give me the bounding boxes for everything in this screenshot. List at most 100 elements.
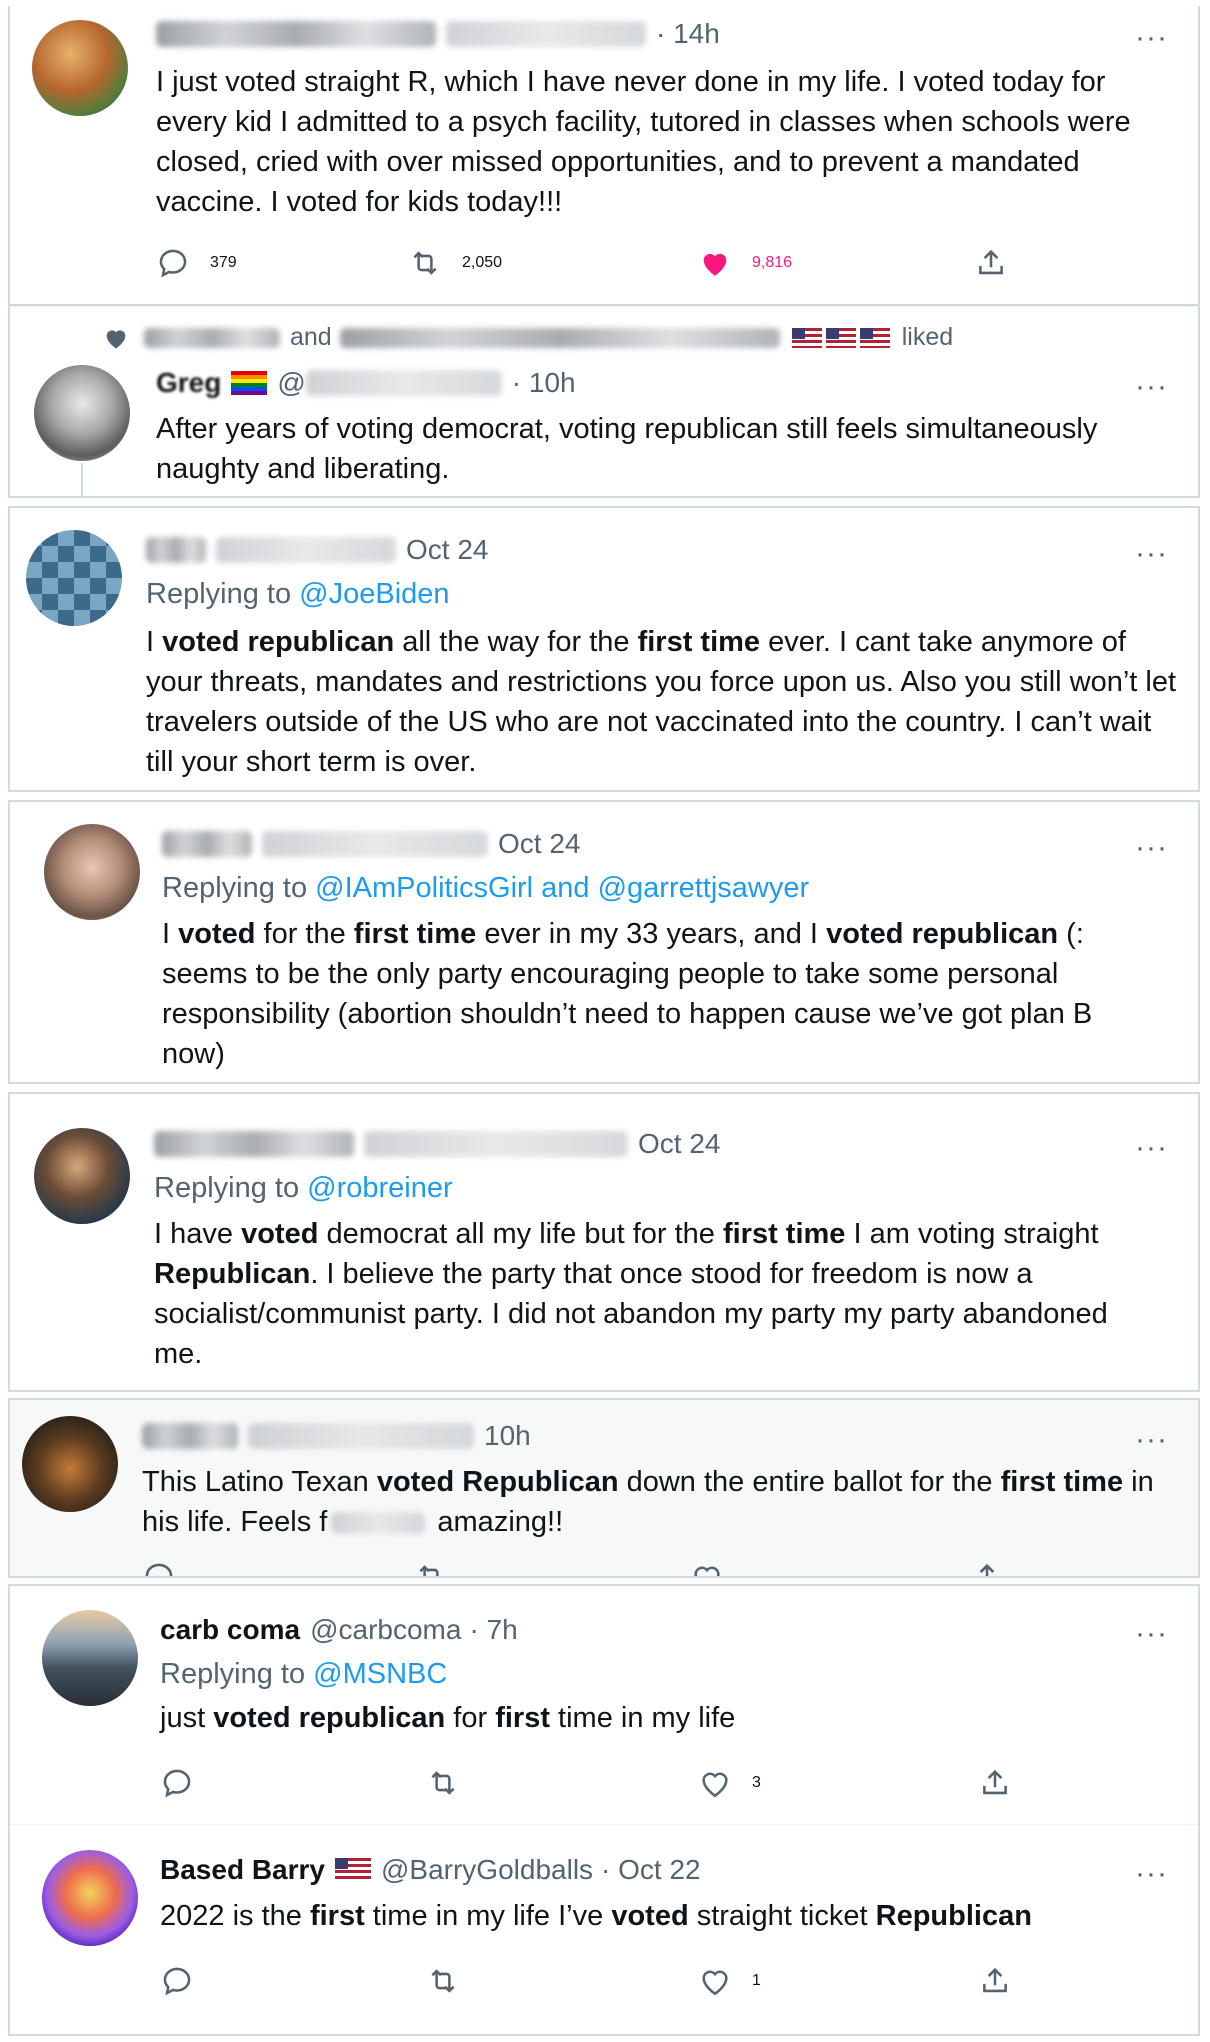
blurred-name <box>156 21 436 47</box>
text-part: time in my life <box>550 1702 736 1734</box>
text-part: ever in my 33 years, and I <box>476 918 827 950</box>
text-bold: first time <box>1000 1466 1124 1498</box>
thread-line <box>81 463 83 496</box>
like-button[interactable]: 9,816 <box>698 246 792 280</box>
handle-prefix: @ <box>277 367 306 398</box>
handle[interactable]: @BarryGoldballs <box>381 1854 593 1886</box>
text-part: democrat all my life but for the <box>318 1218 723 1250</box>
reply-icon <box>163 1967 191 1996</box>
timestamp[interactable]: Oct 24 <box>406 534 488 566</box>
share-button[interactable] <box>974 246 1008 280</box>
timestamp[interactable]: 10h <box>484 1420 531 1452</box>
text-part: all the way for the <box>394 626 638 658</box>
tweet-card-7-8[interactable]: carb coma @carbcoma · 7h ··· Replying to… <box>8 1584 1200 2036</box>
like-button[interactable] <box>690 1560 724 1576</box>
avatar[interactable] <box>34 365 130 461</box>
divider <box>10 1824 1198 1825</box>
more-options-icon[interactable]: ··· <box>1135 1133 1168 1163</box>
like-count: 9,816 <box>752 254 793 271</box>
text-bold: voted republican <box>162 626 395 658</box>
text-part: I <box>162 918 179 950</box>
retweet-icon <box>431 1969 455 1993</box>
more-options-icon[interactable]: ··· <box>1135 1859 1168 1889</box>
display-name[interactable]: Based Barry <box>160 1854 325 1886</box>
reply-button[interactable]: 379 <box>156 246 237 280</box>
share-button[interactable] <box>970 1560 1004 1576</box>
tweet-card-5[interactable]: Oct 24 ··· Replying to @robreiner I have… <box>8 1092 1200 1392</box>
avatar[interactable] <box>42 1850 138 1946</box>
tweet-card-3[interactable]: Oct 24 ··· Replying to @JoeBiden I voted… <box>8 506 1200 792</box>
text-part: for <box>445 1702 496 1734</box>
text-part: I am voting straight <box>845 1218 1099 1250</box>
text-part: This Latino Texan <box>142 1466 377 1498</box>
heart-icon <box>702 1970 728 1996</box>
retweet-count: 2,050 <box>462 254 503 271</box>
avatar[interactable] <box>26 530 122 626</box>
blurred-name <box>142 1423 238 1449</box>
reply-mention-link[interactable]: @JoeBiden <box>299 578 449 610</box>
text-part: amazing!! <box>429 1506 564 1538</box>
tweet-text: I voted for the first time ever in my 33… <box>162 914 1112 1074</box>
tweet-text: After years of voting democrat, voting r… <box>156 413 1098 485</box>
retweet-button[interactable]: 2,050 <box>408 246 502 280</box>
avatar[interactable] <box>32 20 128 116</box>
like-button[interactable]: 1 <box>698 1964 761 1998</box>
avatar[interactable] <box>44 824 140 920</box>
text-part: down the entire ballot for the <box>618 1466 1001 1498</box>
timestamp[interactable]: · 7h <box>469 1614 517 1646</box>
tweet-card-6[interactable]: 10h ··· This Latino Texan voted Republic… <box>8 1398 1200 1578</box>
tweet-text: 2022 is the first time in my life I’ve v… <box>160 1896 1160 1936</box>
reply-mention-link[interactable]: @robreiner <box>307 1172 453 1204</box>
more-options-icon[interactable]: ··· <box>1135 1425 1168 1455</box>
tweet-card-1[interactable]: · 14h ··· I just voted straight R, which… <box>8 6 1200 306</box>
more-options-icon[interactable]: ··· <box>1135 1619 1168 1649</box>
handle[interactable]: @carbcoma <box>310 1614 461 1646</box>
tweet-header: Oct 24 <box>162 828 580 860</box>
reply-button[interactable] <box>142 1560 176 1576</box>
more-options-icon[interactable]: ··· <box>1135 23 1168 53</box>
share-button[interactable] <box>978 1964 1012 1998</box>
tweet-text: I voted republican all the way for the f… <box>146 622 1186 782</box>
retweet-button[interactable] <box>426 1766 460 1800</box>
avatar[interactable] <box>34 1128 130 1224</box>
reply-icon <box>145 1563 173 1576</box>
heart-icon <box>106 329 126 348</box>
tweet-text: This Latino Texan voted Republican down … <box>142 1462 1182 1542</box>
heart-icon <box>702 1772 728 1798</box>
text-bold: voted republican <box>213 1702 446 1734</box>
replying-to: Replying to @JoeBiden <box>146 578 450 611</box>
retweet-button[interactable] <box>426 1964 460 1998</box>
timestamp[interactable]: · Oct 22 <box>601 1854 701 1886</box>
text-bold: Republican <box>875 1900 1032 1932</box>
timestamp[interactable]: Oct 24 <box>498 828 580 860</box>
reply-button[interactable] <box>160 1964 194 1998</box>
text-part: just <box>160 1702 214 1734</box>
share-button[interactable] <box>978 1766 1012 1800</box>
timestamp[interactable]: · 10h <box>512 367 576 399</box>
more-options-icon[interactable]: ··· <box>1135 833 1168 863</box>
retweet-button[interactable] <box>414 1560 448 1576</box>
more-options-icon[interactable]: ··· <box>1135 539 1168 569</box>
timestamp[interactable]: · 14h <box>656 18 720 50</box>
avatar[interactable] <box>22 1416 118 1512</box>
replying-label: Replying to <box>154 1172 300 1204</box>
reply-button[interactable] <box>160 1766 194 1800</box>
tweet-card-2[interactable]: and liked Greg @ · 10h ··· After years o… <box>8 306 1200 498</box>
tweet-card-4[interactable]: Oct 24 ··· Replying to @IAmPoliticsGirl … <box>8 800 1200 1084</box>
reply-mention-link[interactable]: @IAmPoliticsGirl and @garrettjsawyer <box>315 872 809 904</box>
text-bold: voted republican <box>826 918 1059 950</box>
tweet-header: Greg @ · 10h <box>156 367 576 399</box>
liked-by-and: and <box>290 323 332 351</box>
display-name[interactable]: carb coma <box>160 1614 300 1646</box>
reply-count: 379 <box>210 254 237 271</box>
replying-to: Replying to @IAmPoliticsGirl and @garret… <box>162 872 809 905</box>
blurred-name <box>146 537 206 563</box>
reply-mention-link[interactable]: @MSNBC <box>313 1658 447 1690</box>
more-options-icon[interactable]: ··· <box>1135 372 1168 402</box>
avatar[interactable] <box>42 1610 138 1706</box>
like-button[interactable]: 3 <box>698 1766 761 1800</box>
display-name[interactable]: Greg <box>156 367 221 399</box>
social-context: and liked <box>102 323 953 352</box>
tweet-header: Oct 24 <box>154 1128 720 1160</box>
timestamp[interactable]: Oct 24 <box>638 1128 720 1160</box>
